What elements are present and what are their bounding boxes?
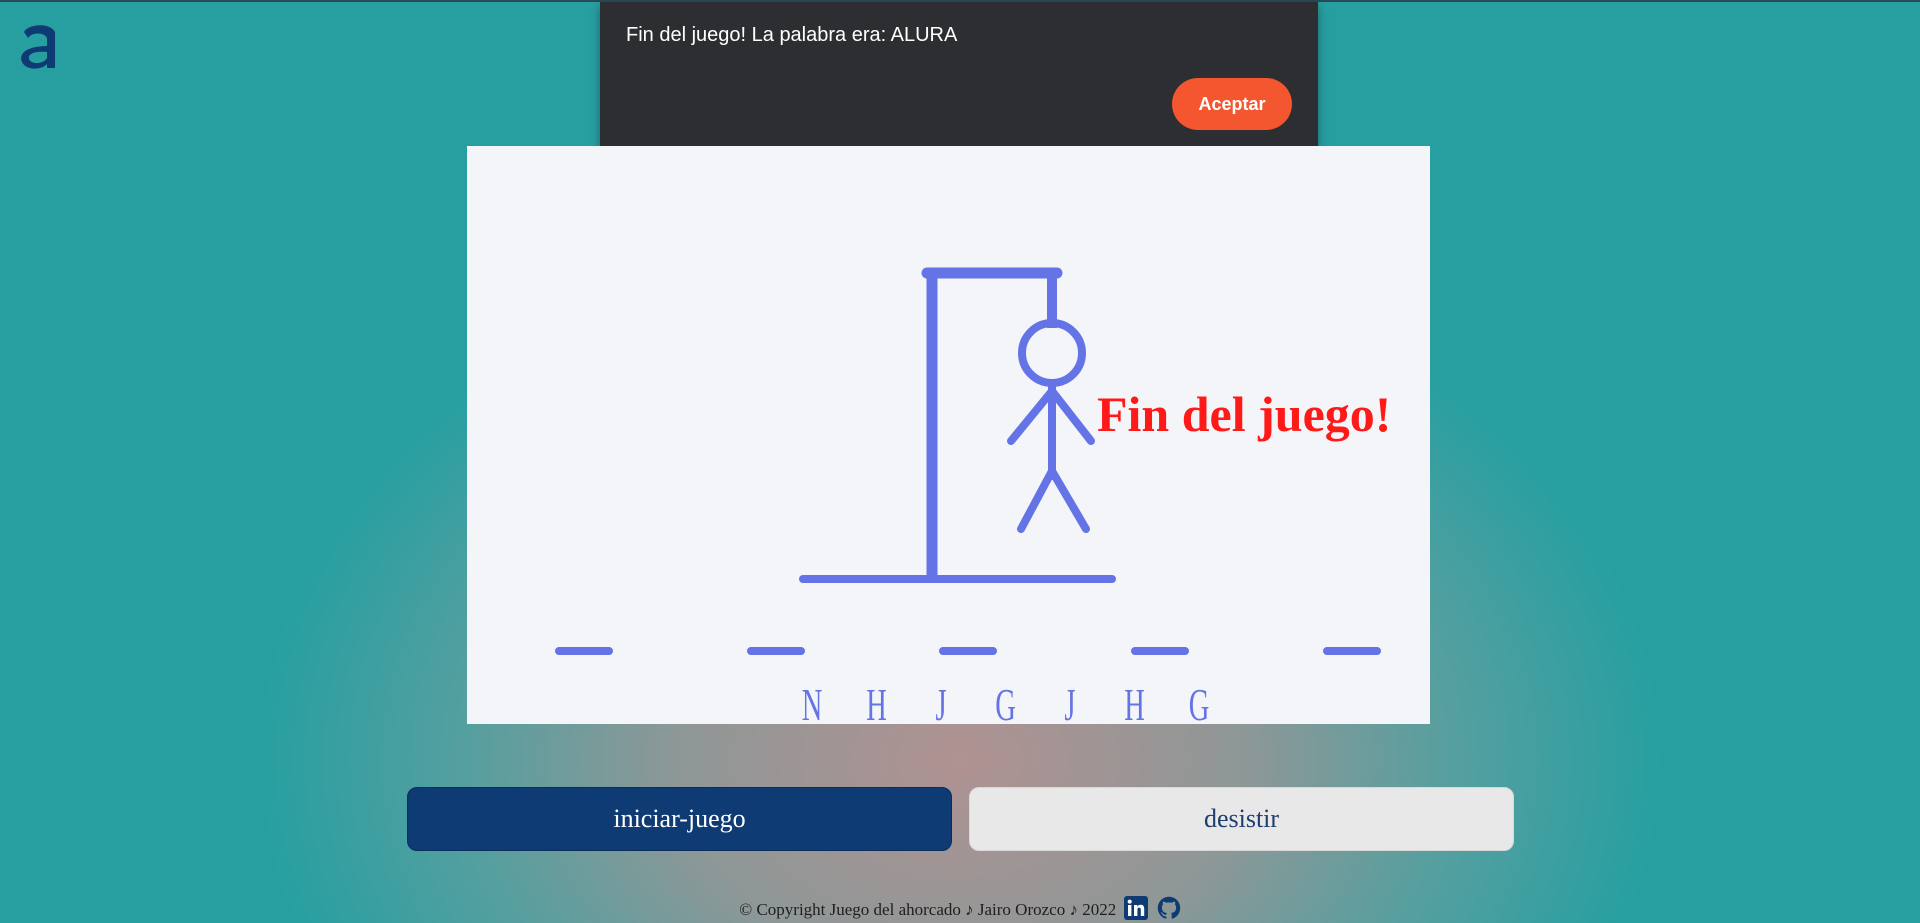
hangman-left-arm [1007, 387, 1056, 445]
game-canvas: Fin del juego! NHJGJHG [467, 146, 1430, 724]
wrong-letter: J [935, 680, 946, 724]
wrong-letter: J [1064, 680, 1075, 724]
game-status-text: Fin del juego! [1097, 386, 1391, 442]
wrong-letter: G [1189, 680, 1210, 724]
dialog-title-fragment [626, 0, 766, 2]
github-icon[interactable] [1157, 896, 1181, 920]
start-game-button[interactable]: iniciar-juego [407, 787, 952, 851]
wrong-letter: H [1124, 680, 1145, 724]
copyright-text: © Copyright Juego del ahorcado ♪ Jairo O… [739, 900, 1117, 919]
wrong-letter: H [866, 680, 887, 724]
wrong-letter: G [995, 680, 1016, 724]
dialog-message: Fin del juego! La palabra era: ALURA [626, 24, 958, 46]
alura-logo-icon[interactable] [14, 18, 64, 74]
hangman-right-arm [1048, 387, 1095, 445]
wrong-letter: N [802, 680, 823, 724]
hangman-right-leg [1048, 467, 1090, 533]
linkedin-icon[interactable] [1124, 896, 1149, 920]
wrong-letters: NHJGJHG [802, 680, 1210, 724]
accept-button[interactable]: Aceptar [1172, 78, 1292, 130]
footer: © Copyright Juego del ahorcado ♪ Jairo O… [0, 896, 1920, 920]
hangman-drawing: Fin del juego! NHJGJHG [555, 267, 1391, 724]
hangman-left-leg [1017, 467, 1056, 533]
game-over-dialog: Fin del juego! La palabra era: ALURA Ace… [600, 2, 1318, 154]
quit-button[interactable]: desistir [969, 787, 1514, 851]
hangman-head [1018, 319, 1086, 387]
